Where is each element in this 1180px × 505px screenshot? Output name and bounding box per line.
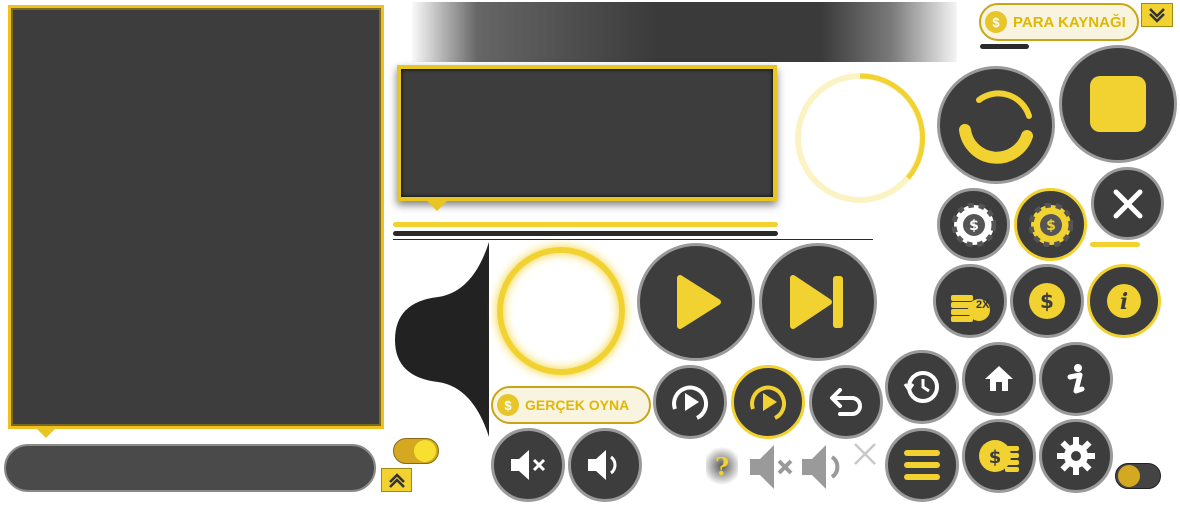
stop-icon bbox=[1090, 76, 1146, 132]
svg-text:i: i bbox=[1120, 289, 1128, 315]
undo-icon bbox=[830, 388, 862, 416]
coin-stack-icon: $ bbox=[979, 440, 1019, 472]
dollar-coin-icon: $ bbox=[985, 11, 1007, 33]
para-kaynagi-label: PARA KAYNAĞI bbox=[1013, 13, 1126, 31]
header-gradient-bar bbox=[412, 2, 957, 62]
chat-input[interactable] bbox=[4, 444, 376, 492]
sound-icon bbox=[588, 450, 617, 480]
chip-button[interactable]: $ bbox=[937, 188, 1010, 261]
collapse-down-button[interactable] bbox=[1141, 3, 1173, 27]
message-panel bbox=[397, 65, 777, 201]
gercek-oyna-label: GERÇEK OYNA bbox=[525, 397, 630, 413]
progress-bar-yellow bbox=[393, 222, 778, 227]
close-button[interactable] bbox=[1091, 167, 1164, 240]
double-badge: 2X bbox=[976, 299, 990, 311]
help-mark: ? bbox=[714, 451, 730, 481]
highlight-ring bbox=[497, 247, 625, 375]
money-icon: $ bbox=[497, 394, 519, 416]
tab-indicator bbox=[980, 44, 1029, 49]
toggle-knob bbox=[414, 440, 436, 462]
play-button[interactable] bbox=[637, 243, 755, 361]
refresh-button[interactable] bbox=[937, 66, 1055, 184]
para-kaynagi-button[interactable]: $ PARA KAYNAĞI bbox=[979, 3, 1139, 41]
chip-button-active[interactable]: $ bbox=[1014, 188, 1087, 261]
chevron-up-icon bbox=[388, 473, 405, 488]
info-button[interactable] bbox=[1039, 342, 1113, 416]
mute-icon-disabled bbox=[750, 445, 793, 489]
stop-button[interactable] bbox=[1059, 45, 1177, 163]
help-button[interactable]: ? bbox=[706, 446, 738, 486]
side-tab bbox=[395, 242, 489, 437]
svg-text:$: $ bbox=[969, 218, 979, 234]
skip-next-icon bbox=[790, 275, 843, 329]
sound-icon-disabled bbox=[802, 445, 840, 489]
main-panel bbox=[8, 5, 384, 429]
toggle-off[interactable] bbox=[1115, 463, 1161, 489]
divider bbox=[393, 239, 873, 240]
close-icon-disabled[interactable] bbox=[852, 441, 878, 467]
exchange-icon: $ bbox=[1029, 283, 1065, 319]
exchange-button[interactable]: $ bbox=[1010, 264, 1084, 338]
message-panel-tip bbox=[427, 201, 447, 211]
menu-icon bbox=[904, 450, 940, 480]
chip-active-icon: $ bbox=[1028, 202, 1073, 247]
autoplay-icon bbox=[672, 385, 709, 420]
info-icon bbox=[1067, 364, 1085, 394]
close-icon bbox=[1113, 189, 1142, 218]
refresh-icon bbox=[959, 90, 1033, 164]
mute-button[interactable] bbox=[491, 428, 565, 502]
home-button[interactable] bbox=[962, 342, 1036, 416]
loading-ring bbox=[795, 73, 926, 203]
double-bet-button[interactable]: 2X bbox=[933, 264, 1007, 338]
mute-icon bbox=[511, 450, 546, 480]
chip-icon: $ bbox=[951, 202, 996, 247]
svg-text:$: $ bbox=[1046, 218, 1056, 234]
svg-text:$: $ bbox=[989, 447, 1002, 468]
play-icon bbox=[677, 275, 721, 329]
chevron-down-icon bbox=[1149, 8, 1165, 23]
main-panel-tip bbox=[36, 428, 56, 438]
undo-button[interactable] bbox=[809, 365, 883, 439]
toggle-knob bbox=[1118, 465, 1140, 487]
autoplay-active-icon bbox=[750, 385, 787, 420]
toggle-on[interactable] bbox=[393, 438, 439, 464]
home-icon bbox=[985, 366, 1013, 391]
history-icon bbox=[903, 371, 939, 403]
info-icon: i bbox=[1107, 284, 1141, 318]
menu-button[interactable] bbox=[885, 428, 959, 502]
info-button-active[interactable]: i bbox=[1087, 264, 1161, 338]
autoplay-button-active[interactable] bbox=[731, 365, 805, 439]
history-button[interactable] bbox=[885, 350, 959, 424]
gercek-oyna-button[interactable]: $ GERÇEK OYNA bbox=[491, 386, 651, 424]
svg-text:$: $ bbox=[1040, 289, 1054, 313]
balance-button[interactable]: $ bbox=[962, 419, 1036, 493]
gear-icon bbox=[1057, 437, 1095, 475]
close-underline bbox=[1090, 242, 1140, 247]
autoplay-button[interactable] bbox=[653, 365, 727, 439]
sound-button[interactable] bbox=[568, 428, 642, 502]
settings-button[interactable] bbox=[1039, 419, 1113, 493]
skip-button[interactable] bbox=[759, 243, 877, 361]
progress-bar-dark bbox=[393, 231, 778, 236]
expand-up-button[interactable] bbox=[381, 468, 412, 492]
